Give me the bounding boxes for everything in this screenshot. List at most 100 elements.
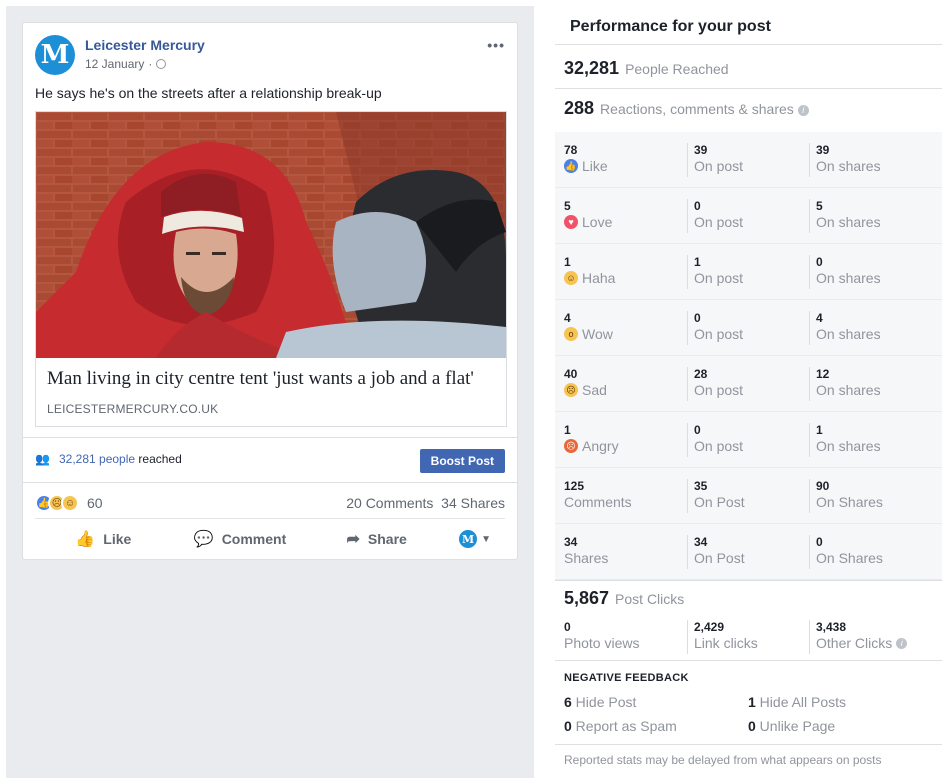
breakdown-number: 1 — [694, 255, 701, 269]
info-icon[interactable]: i — [797, 104, 809, 116]
post-card: M Leicester Mercury 12 January · ••• He … — [22, 22, 518, 560]
breakdown-label: On post — [694, 157, 805, 175]
link-preview[interactable]: Man living in city centre tent 'just wan… — [35, 111, 507, 427]
breakdown-cell: 39 On post — [687, 143, 805, 177]
comment-button[interactable]: 💬 Comment — [172, 529, 309, 549]
reach-link[interactable]: 32,281 people — [59, 452, 135, 466]
breakdown-label: ☺ Haha — [564, 269, 682, 287]
breakdown-label-text: Comments — [564, 494, 632, 510]
thumbs-up-icon: 👍 — [75, 531, 96, 548]
photo-views-cell: 0 Photo views — [564, 620, 682, 654]
breakdown-label-text: Angry — [582, 438, 619, 454]
link-clicks-label: Link clicks — [694, 635, 758, 651]
hide-post-stat: 6 Hide Post — [564, 694, 637, 710]
breakdown-cell: 1 On post — [687, 255, 805, 289]
link-title[interactable]: Man living in city centre tent 'just wan… — [47, 368, 474, 390]
negative-feedback-title: NEGATIVE FEEDBACK — [564, 672, 689, 684]
love-icon: ♥ — [564, 215, 578, 229]
breakdown-cell: 5 ♥ Love — [564, 199, 682, 233]
breakdown-label: On shares — [816, 269, 933, 287]
breakdown-row: 1 ☺ Haha 1 On post 0 On shares — [555, 244, 942, 300]
breakdown-cell: 0 On post — [687, 423, 805, 457]
reach-suffix: reached — [135, 452, 182, 466]
reaction-icons[interactable]: 👍 ☹ ☺ — [35, 494, 79, 512]
info-icon[interactable]: i — [896, 637, 908, 649]
post-date[interactable]: 12 January — [85, 57, 144, 71]
breakdown-label-text: On Post — [694, 550, 745, 566]
breakdown-label: ♥ Love — [564, 213, 682, 231]
page-avatar[interactable]: M — [35, 35, 75, 75]
people-reached-number: 32,281 — [564, 58, 620, 78]
share-button[interactable]: ➦ Share — [308, 529, 445, 549]
breakdown-label-text: On shares — [816, 270, 881, 286]
breakdown-row: 125 Comments 35 On Post 90 On Shares — [555, 468, 942, 524]
breakdown-cell: 34 On Post — [687, 535, 805, 569]
meta-separator: · — [148, 57, 153, 71]
breakdown-label: On post — [694, 213, 805, 231]
divider — [555, 580, 942, 581]
breakdown-number: 1 — [816, 423, 823, 437]
breakdown-label-text: On shares — [816, 158, 881, 174]
breakdown-label: On shares — [816, 381, 933, 399]
breakdown-label: On Post — [694, 549, 805, 567]
share-icon: ➦ — [346, 531, 360, 548]
comments-count-link[interactable]: 20 Comments — [346, 495, 433, 511]
link-clicks-cell: 2,429 Link clicks — [687, 620, 805, 654]
breakdown-row: 78 👍 Like 39 On post 39 On shares — [555, 132, 942, 188]
shares-count-link[interactable]: 34 Shares — [441, 495, 505, 511]
breakdown-number: 0 — [694, 423, 701, 437]
hide-all-posts-stat: 1 Hide All Posts — [748, 694, 847, 710]
post-clicks-stat: 5,867 Post Clicks — [564, 588, 684, 609]
breakdown-label: On post — [694, 325, 805, 343]
breakdown-number: 12 — [816, 367, 830, 381]
breakdown-label-text: Wow — [582, 326, 613, 342]
page-mini-avatar: M — [459, 530, 478, 548]
like-icon: 👍 — [564, 159, 578, 173]
breakdown-label-text: On shares — [816, 214, 881, 230]
breakdown-cell: 0 On shares — [809, 255, 933, 289]
breakdown-label-text: On shares — [816, 438, 881, 454]
divider — [555, 744, 942, 745]
breakdown-number: 39 — [694, 143, 708, 157]
share-label: Share — [367, 531, 407, 547]
breakdown-label-text: Shares — [564, 550, 609, 566]
reaction-count[interactable]: 60 — [87, 495, 103, 511]
breakdown-label: On shares — [816, 325, 933, 343]
post-clicks-label: Post Clicks — [615, 591, 685, 607]
post-text: He says he's on the streets after a rela… — [35, 85, 382, 101]
preview-image[interactable] — [36, 112, 506, 358]
breakdown-number: 40 — [564, 367, 578, 381]
stats-footnote: Reported stats may be delayed from what … — [564, 753, 882, 767]
breakdown-cell: 4 o Wow — [564, 311, 682, 345]
like-label: Like — [103, 531, 132, 547]
unlike-page-stat: 0 Unlike Page — [748, 718, 836, 734]
breakdown-number: 39 — [816, 143, 830, 157]
breakdown-label: o Wow — [564, 325, 682, 343]
haha-icon: ☺ — [564, 271, 578, 285]
like-button[interactable]: 👍 Like — [35, 529, 172, 549]
page-switcher[interactable]: M ▼ — [445, 530, 505, 548]
post-meta: 12 January · — [85, 57, 167, 71]
breakdown-cell: 12 On shares — [809, 367, 933, 401]
breakdown-label-text: On shares — [816, 326, 881, 342]
breakdown-number: 35 — [694, 479, 708, 493]
other-clicks-label: Other Clicks i — [816, 634, 933, 652]
breakdown-row: 4 o Wow 0 On post 4 On shares — [555, 300, 942, 356]
boost-post-button[interactable]: Boost Post — [419, 449, 505, 473]
breakdown-label-text: On post — [694, 158, 744, 174]
breakdown-cell: 39 On shares — [809, 143, 933, 177]
photo-views-label: Photo views — [564, 635, 640, 651]
reach-row: 👥 32,281 people reached Boost Post — [23, 437, 517, 483]
breakdown-number: 28 — [694, 367, 708, 381]
breakdown-number: 5 — [816, 199, 823, 213]
engagement-label: Reactions, comments & shares i — [600, 101, 809, 117]
breakdown-cell: 1 ☺ Haha — [564, 255, 682, 289]
breakdown-label-text: On post — [694, 438, 744, 454]
breakdown-label-text: On post — [694, 270, 744, 286]
wow-icon: o — [564, 327, 578, 341]
divider — [555, 44, 942, 45]
more-options-icon[interactable]: ••• — [487, 37, 505, 53]
breakdown-label-text: Sad — [582, 382, 607, 398]
breakdown-cell: 0 On post — [687, 199, 805, 233]
page-name-link[interactable]: Leicester Mercury — [85, 37, 205, 53]
